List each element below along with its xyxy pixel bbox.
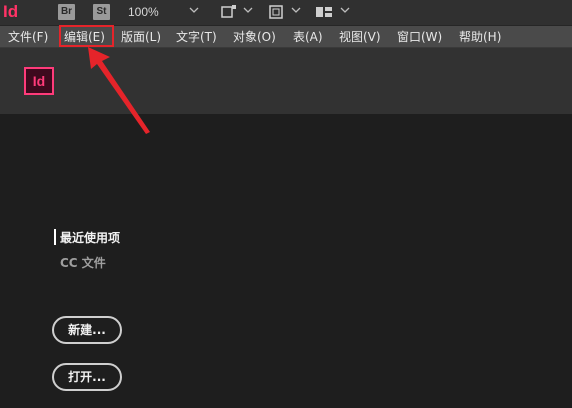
start-header-panel <box>0 48 572 114</box>
view-options-icon[interactable] <box>220 4 238 20</box>
menu-layout[interactable]: 版面(L) <box>121 26 161 48</box>
menu-view[interactable]: 视图(V) <box>339 26 381 48</box>
zoom-chevron-down-icon[interactable] <box>189 5 199 15</box>
menu-window[interactable]: 窗口(W) <box>397 26 442 48</box>
nav-cc-files[interactable]: CC 文件 <box>60 254 106 271</box>
view-options-chevron-down-icon[interactable] <box>243 5 253 15</box>
indesign-logo-icon: Id <box>3 2 19 21</box>
menu-object[interactable]: 对象(O) <box>233 26 276 48</box>
nav-selected-indicator <box>54 229 56 245</box>
menu-table[interactable]: 表(A) <box>293 26 323 48</box>
open-document-button[interactable]: 打开... <box>52 363 122 391</box>
indesign-badge-icon: Id <box>24 67 54 95</box>
new-document-button[interactable]: 新建... <box>52 316 122 344</box>
menu-type[interactable]: 文字(T) <box>176 26 217 48</box>
screen-mode-chevron-down-icon[interactable] <box>291 5 301 15</box>
menu-file[interactable]: 文件(F) <box>8 26 48 48</box>
annotation-highlight-box <box>59 25 114 47</box>
zoom-level[interactable]: 100% <box>128 5 159 19</box>
menu-help[interactable]: 帮助(H) <box>459 26 501 48</box>
bridge-button[interactable]: Br <box>58 4 75 20</box>
stock-button[interactable]: St <box>93 4 110 20</box>
arrange-documents-chevron-down-icon[interactable] <box>340 5 350 15</box>
screen-mode-icon[interactable] <box>268 4 286 20</box>
application-bar: Id Br St 100% <box>0 0 572 26</box>
arrange-documents-icon[interactable] <box>315 4 333 20</box>
nav-recent-items[interactable]: 最近使用项 <box>60 229 120 246</box>
indesign-window: Id Br St 100% 文件(F) 编辑(E) 版面(L) 文字(T) 对象… <box>0 0 572 408</box>
